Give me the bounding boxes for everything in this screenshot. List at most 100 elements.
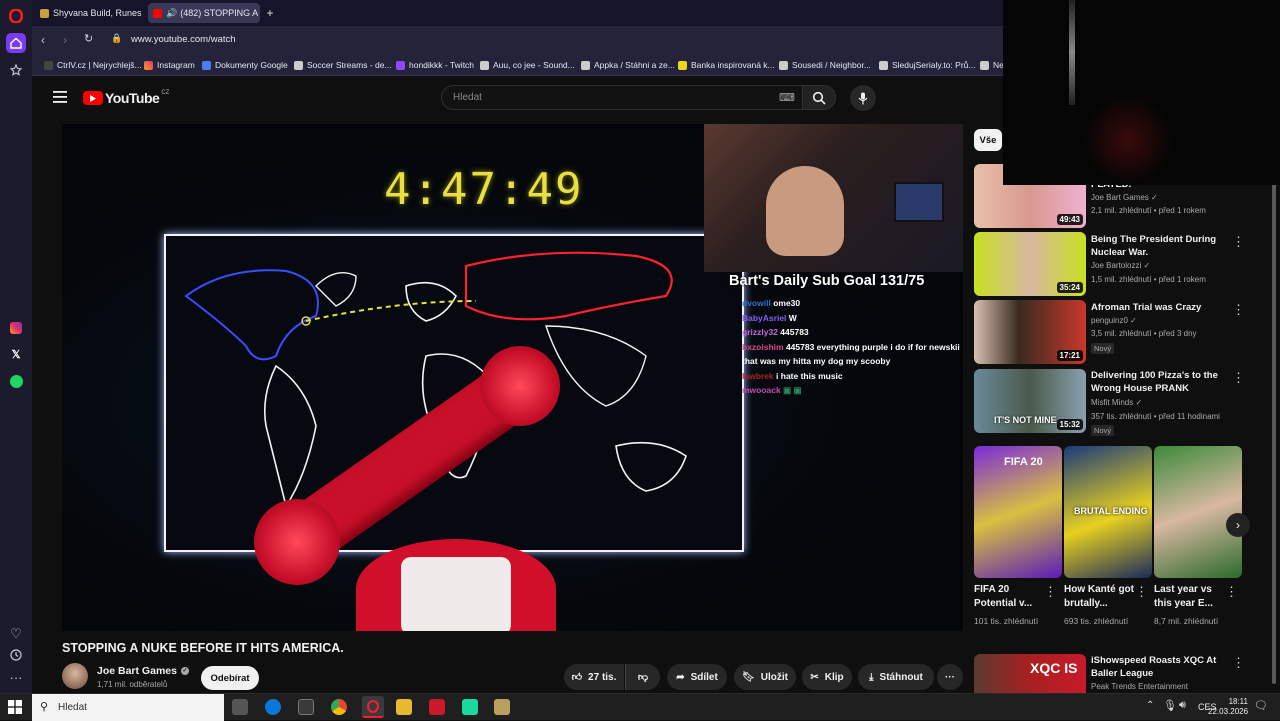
clip-button[interactable]: ✂ Klip <box>802 664 852 690</box>
video-player[interactable]: 4:47:49 Bart's Daily Sub Goal 131/75 dvo… <box>62 124 963 631</box>
save-button[interactable]: 🔖︎ Uložit <box>734 664 796 690</box>
short-thumbnail[interactable]: BRUTAL ENDING <box>1064 446 1152 578</box>
more-vertical-icon[interactable]: ⋮ <box>1225 584 1238 600</box>
share-button[interactable]: ➦ Sdílet <box>667 664 727 690</box>
back-icon[interactable]: ‹ <box>41 33 45 47</box>
more-vertical-icon[interactable]: ⋮ <box>1232 370 1245 386</box>
instagram-icon[interactable] <box>6 318 26 338</box>
rec-thumbnail[interactable]: IT'S NOT MINE 15:32 <box>974 369 1086 433</box>
voice-search-button[interactable] <box>850 85 876 111</box>
file-explorer-icon[interactable] <box>396 699 412 715</box>
like-button[interactable]: 👍︎ 27 tis. <box>564 664 624 690</box>
bookmark-item[interactable]: Appka / Stáhni a ze... <box>581 60 675 70</box>
opera-logo-icon[interactable] <box>6 6 26 26</box>
more-vertical-icon[interactable]: ⋮ <box>1232 655 1245 671</box>
menu-icon[interactable] <box>53 90 67 108</box>
notification-icon[interactable]: 🗨︎ <box>1254 699 1268 712</box>
outlook-icon[interactable] <box>265 699 281 715</box>
search-button[interactable] <box>802 85 836 110</box>
task-view-icon[interactable] <box>232 699 248 715</box>
microphone-icon[interactable]: 🎙︎ <box>1163 699 1177 712</box>
rec-channel[interactable]: Peak Trends Entertainment <box>1091 681 1251 693</box>
rec-channel[interactable]: Misfit Minds ✓ <box>1091 397 1251 409</box>
more-actions-button[interactable]: ··· <box>937 664 963 690</box>
sub-goal-text: Bart's Daily Sub Goal 131/75 <box>729 273 925 289</box>
opera-taskbar-icon[interactable] <box>362 696 384 718</box>
verified-icon: ✓ <box>180 667 189 675</box>
store-icon[interactable] <box>298 699 314 715</box>
spotify-icon[interactable] <box>6 371 26 391</box>
channel-name[interactable]: Joe Bart Games ✓ <box>97 665 189 677</box>
rec-channel[interactable]: Joe Bartolozzi ✓ <box>1091 260 1251 272</box>
bookmark-item[interactable]: SledujSerialy.to: Prů... <box>879 60 975 70</box>
rec-thumbnail[interactable]: 35:24 <box>974 232 1086 296</box>
windows-start-icon[interactable] <box>8 700 22 714</box>
taskbar-search-input[interactable]: ⚲ Hledat <box>32 694 224 721</box>
tab-youtube-active[interactable]: 🔊 (482) STOPPING A NU <box>148 3 260 23</box>
rec-title[interactable]: Delivering 100 Pizza's to the Wrong Hous… <box>1091 369 1227 395</box>
bookmark-item[interactable]: Ne <box>980 60 1004 70</box>
rec-thumbnail[interactable]: XQC IS <box>974 654 1086 693</box>
rec-title[interactable]: iShowspeed Roasts XQC At Baller League <box>1091 654 1231 680</box>
app-icon[interactable] <box>462 699 478 715</box>
short-thumbnail[interactable]: FIFA 20 <box>974 446 1062 578</box>
google-docs-icon <box>202 60 211 70</box>
download-button[interactable]: ⤓ Stáhnout <box>858 664 934 690</box>
home-icon[interactable] <box>6 33 26 53</box>
riot-client-icon[interactable] <box>429 699 445 715</box>
search-input[interactable]: Hledat ⌨ <box>441 85 802 110</box>
subscriber-count: 1,71 mil. odběratelů <box>97 680 168 689</box>
channel-avatar[interactable] <box>62 663 88 689</box>
reload-icon[interactable]: ↻ <box>84 32 93 45</box>
rec-title[interactable]: Being The President During Nuclear War. <box>1091 233 1227 259</box>
shorts-next-button[interactable]: › <box>1226 513 1250 537</box>
short-views: 101 tis. zhlédnutí <box>974 616 1039 626</box>
short-title[interactable]: FIFA 20 Potential v... <box>974 583 1050 611</box>
league-icon[interactable] <box>494 699 510 715</box>
more-icon[interactable]: ··· <box>6 667 26 687</box>
subscribe-button[interactable]: Odebírat <box>201 666 259 690</box>
forward-icon[interactable]: › <box>63 33 67 47</box>
short-thumbnail[interactable] <box>1154 446 1242 578</box>
new-tab-button[interactable]: + <box>263 3 277 23</box>
bookmark-item[interactable]: hondikkk - Twitch <box>396 60 474 70</box>
youtube-favicon-icon <box>153 8 162 18</box>
chrome-icon[interactable] <box>331 699 347 715</box>
keyboard-icon[interactable]: ⌨ <box>779 91 795 104</box>
bookmark-item[interactable]: Soccer Streams - de... <box>294 60 392 70</box>
x-icon[interactable]: 𝕏 <box>6 344 26 364</box>
more-vertical-icon[interactable]: ⋮ <box>1135 584 1148 600</box>
bookmark-item[interactable]: Instagram <box>144 60 195 70</box>
star-icon[interactable] <box>6 60 26 80</box>
bookmark-item[interactable]: Banka inspirovaná k... <box>678 60 775 70</box>
bookmark-item[interactable]: CtrlV.cz | Nejrychlejš... <box>44 60 142 70</box>
world-map-graphic <box>184 251 687 508</box>
clock[interactable]: 18:11 22.03.2026 <box>1208 697 1248 717</box>
youtube-logo[interactable]: YouTube CZ <box>83 90 169 106</box>
bookmark-item[interactable]: Sousedi / Neighbor... <box>779 60 871 70</box>
world-map-screen <box>164 234 744 552</box>
dislike-button[interactable]: 👎︎ <box>625 664 660 690</box>
rec-thumbnail[interactable]: 17:21 <box>974 300 1086 364</box>
tab-bar: Shyvana Build, Runes & C 🔊 (482) STOPPIN… <box>32 0 1003 26</box>
bookmark-item[interactable]: Dokumenty Google <box>202 60 288 70</box>
streamer-webcam <box>704 124 963 272</box>
rec-channel[interactable]: Joe Bart Games ✓ <box>1091 192 1251 204</box>
filter-chip-all[interactable]: Vše <box>974 129 1002 151</box>
history-icon[interactable] <box>6 645 26 665</box>
more-vertical-icon[interactable]: ⋮ <box>1232 234 1245 250</box>
more-vertical-icon[interactable]: ⋮ <box>1044 584 1057 600</box>
short-title[interactable]: How Kanté got brutally... <box>1064 583 1140 611</box>
chevron-up-icon[interactable]: ⌃ <box>1146 700 1154 711</box>
rec-channel[interactable]: penguinz0 ✓ <box>1091 315 1251 327</box>
scrollbar[interactable] <box>1272 184 1276 684</box>
short-title[interactable]: Last year vs this year E... <box>1154 583 1230 611</box>
url-field[interactable]: www.youtube.com/watch <box>131 34 236 45</box>
speaker-icon[interactable]: 🔊︎ <box>1179 699 1186 712</box>
bookmark-item[interactable]: Auu, co jee - Sound... <box>480 60 575 70</box>
rec-title[interactable]: Afroman Trial was Crazy <box>1091 301 1227 314</box>
heart-icon[interactable]: ♡ <box>6 624 26 644</box>
tab-shyvana[interactable]: Shyvana Build, Runes & C <box>35 3 144 23</box>
chat-message: dvowill ome30 <box>742 298 801 308</box>
cable-graphic <box>1069 0 1075 105</box>
